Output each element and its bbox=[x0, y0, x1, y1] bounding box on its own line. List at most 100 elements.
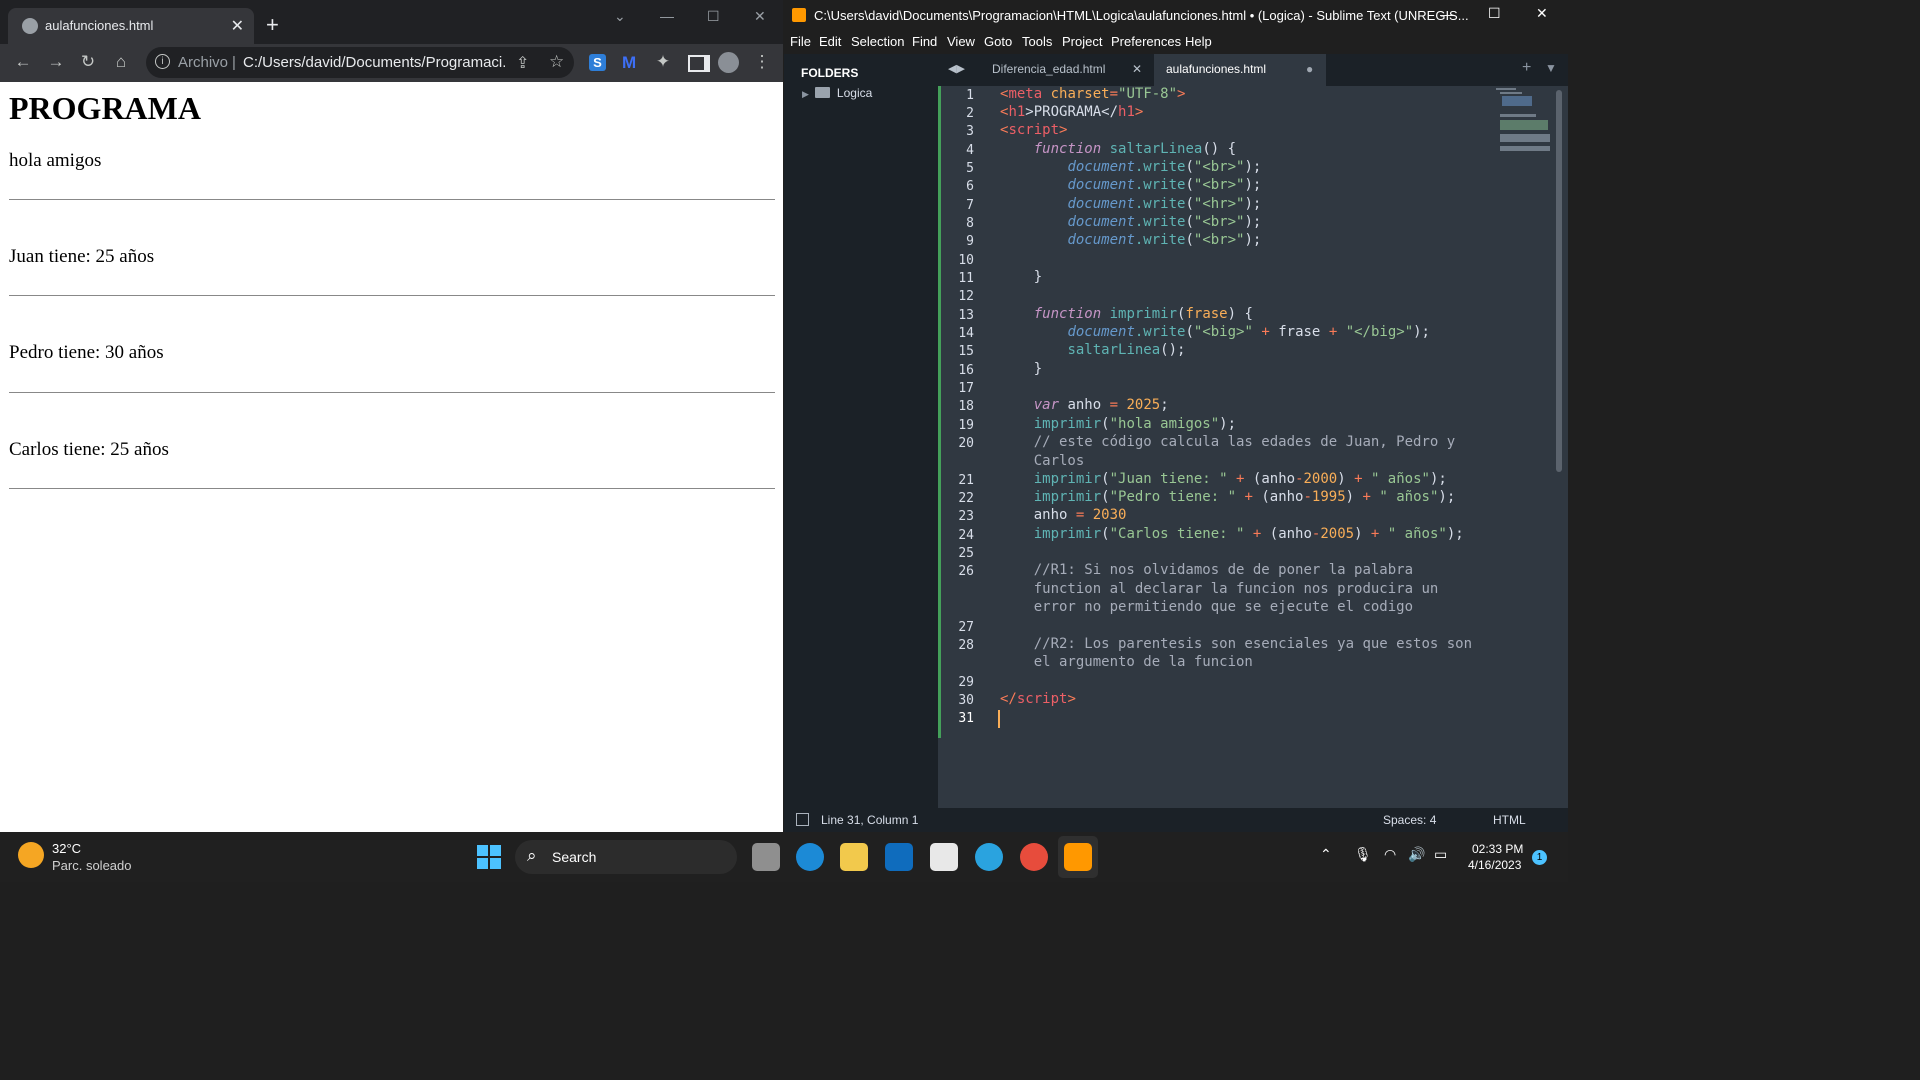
new-tab-button[interactable]: + bbox=[266, 12, 279, 38]
chrome-window: aulafunciones.html ✕ + ⌄ — ☐ ✕ ← → ↻ ⌂ i… bbox=[0, 0, 783, 832]
outlook-icon[interactable] bbox=[885, 843, 913, 871]
tab-menu-icon[interactable]: ▼ bbox=[1545, 61, 1557, 75]
search-box[interactable]: ⌕ Search bbox=[515, 840, 737, 874]
scheme-label: Archivo bbox=[178, 54, 229, 71]
cursor-position: Line 31, Column 1 bbox=[821, 813, 919, 827]
sublime-logo-icon bbox=[792, 8, 806, 22]
back-icon[interactable]: ← bbox=[12, 52, 34, 72]
menu-find[interactable]: Find bbox=[912, 34, 937, 49]
divider bbox=[9, 295, 775, 296]
status-bar: Line 31, Column 1 Spaces: 4 HTML bbox=[784, 808, 1568, 832]
volume-icon[interactable]: 🔊 bbox=[1408, 846, 1425, 863]
code-line: document.write("<br>"); bbox=[1067, 232, 1262, 248]
syntax-setting[interactable]: HTML bbox=[1493, 813, 1526, 827]
scrollbar[interactable] bbox=[1556, 90, 1562, 472]
code-comment: function al declarar la funcion nos prod… bbox=[1033, 581, 1439, 597]
windows-start-icon[interactable] bbox=[477, 845, 501, 869]
forward-icon[interactable]: → bbox=[45, 52, 67, 72]
edge-icon[interactable] bbox=[796, 843, 824, 871]
weather-temp[interactable]: 32°C bbox=[52, 841, 81, 856]
menu-tools[interactable]: Tools bbox=[1022, 34, 1052, 49]
clock-date[interactable]: 4/16/2023 bbox=[1468, 858, 1521, 872]
puzzle-icon[interactable]: ✦ bbox=[652, 52, 674, 72]
code-line: var anho = 2025; bbox=[1033, 397, 1169, 413]
menu-preferences[interactable]: Preferences bbox=[1111, 34, 1181, 49]
menu-help[interactable]: Help bbox=[1185, 34, 1212, 49]
store-icon[interactable] bbox=[930, 843, 958, 871]
menu-view[interactable]: View bbox=[947, 34, 975, 49]
output-line: Carlos tiene: 25 años bbox=[9, 439, 169, 460]
side-panel-icon[interactable] bbox=[688, 55, 710, 72]
malwarebytes-icon[interactable]: M bbox=[622, 53, 636, 73]
code-line: <h1>PROGRAMA</h1> bbox=[1000, 104, 1144, 120]
microphone-icon[interactable]: 🎙 bbox=[1354, 846, 1372, 863]
code-line: imprimir("hola amigos"); bbox=[1033, 416, 1237, 432]
panel-toggle-icon[interactable] bbox=[796, 813, 809, 826]
divider bbox=[9, 488, 775, 489]
code-line: </script> bbox=[1000, 691, 1076, 707]
chrome-toolbar: ← → ↻ ⌂ i Archivo | C:/Users/david/Docum… bbox=[0, 44, 783, 82]
avatar[interactable] bbox=[718, 52, 739, 73]
code-comment: //R2: Los parentesis son esenciales ya q… bbox=[1033, 636, 1473, 652]
star-icon[interactable]: ☆ bbox=[549, 52, 564, 72]
menu-project[interactable]: Project bbox=[1062, 34, 1102, 49]
extension-s-icon[interactable]: S bbox=[589, 54, 606, 71]
maximize-icon[interactable]: ☐ bbox=[1488, 5, 1501, 22]
maximize-icon[interactable]: ☐ bbox=[707, 8, 720, 25]
battery-icon[interactable]: ▭ bbox=[1434, 846, 1447, 863]
menu-goto[interactable]: Goto bbox=[984, 34, 1012, 49]
menu-selection[interactable]: Selection bbox=[851, 34, 904, 49]
code-comment: // este código calcula las edades de Jua… bbox=[1033, 434, 1456, 450]
notification-badge[interactable]: 1 bbox=[1532, 850, 1547, 865]
wifi-icon[interactable]: ◠ bbox=[1384, 846, 1396, 863]
tab-aulafunciones[interactable]: aulafunciones.html ● bbox=[1154, 54, 1326, 86]
close-window-icon[interactable]: ✕ bbox=[754, 8, 766, 25]
globe-icon bbox=[22, 18, 38, 34]
close-tab-icon[interactable]: ✕ bbox=[231, 16, 244, 36]
clock-time[interactable]: 02:33 PM bbox=[1472, 842, 1523, 856]
home-icon[interactable]: ⌂ bbox=[110, 52, 132, 72]
output-line: Pedro tiene: 30 años bbox=[9, 342, 164, 363]
chevron-up-icon[interactable]: ⌃ bbox=[1320, 846, 1332, 863]
code-line: document.write("<br>"); bbox=[1067, 159, 1262, 175]
close-window-icon[interactable]: ✕ bbox=[1536, 5, 1548, 22]
minimize-icon[interactable]: — bbox=[1440, 6, 1454, 22]
folder-item[interactable]: ▶ Logica bbox=[802, 86, 872, 100]
file-explorer-icon[interactable] bbox=[840, 843, 868, 871]
chrome-icon[interactable] bbox=[1020, 843, 1048, 871]
divider bbox=[9, 392, 775, 393]
folders-header: FOLDERS bbox=[801, 66, 859, 80]
expand-icon[interactable]: ▶ bbox=[802, 89, 809, 99]
indentation-setting[interactable]: Spaces: 4 bbox=[1383, 813, 1436, 827]
code-line: document.write("<hr>"); bbox=[1067, 196, 1262, 212]
menu-file[interactable]: File bbox=[790, 34, 811, 49]
chrome-tab[interactable]: aulafunciones.html ✕ bbox=[8, 8, 254, 44]
telegram-icon[interactable] bbox=[975, 843, 1003, 871]
weather-desc[interactable]: Parc. soleado bbox=[52, 858, 132, 873]
new-tab-icon[interactable]: + bbox=[1522, 59, 1531, 77]
code-editor[interactable]: <meta charset="UTF-8"> <h1>PROGRAMA</h1>… bbox=[998, 86, 1500, 808]
chevron-down-icon[interactable]: ⌄ bbox=[614, 8, 626, 25]
weather-icon[interactable] bbox=[18, 842, 44, 868]
tab-diferencia-edad[interactable]: Diferencia_edad.html ✕ bbox=[978, 54, 1154, 86]
menu-icon[interactable]: ⋮ bbox=[751, 52, 773, 72]
minimap[interactable] bbox=[1496, 86, 1556, 156]
code-line: imprimir("Carlos tiene: " + (anho-2005) … bbox=[1033, 526, 1464, 542]
code-line: document.write("<big>" + frase + "</big>… bbox=[1067, 324, 1430, 340]
info-icon[interactable]: i bbox=[155, 54, 170, 69]
window-title: C:\Users\david\Documents\Programacion\HT… bbox=[814, 8, 1469, 23]
reload-icon[interactable]: ↻ bbox=[77, 52, 99, 72]
url-text[interactable]: C:/Users/david/Documents/Programaci... bbox=[243, 54, 505, 71]
search-label: Search bbox=[552, 849, 597, 865]
sublime-taskbar-button[interactable] bbox=[1058, 836, 1098, 878]
code-line: function imprimir(frase) { bbox=[1033, 306, 1253, 322]
menu-edit[interactable]: Edit bbox=[819, 34, 841, 49]
share-icon[interactable]: ⇪ bbox=[516, 53, 529, 73]
unsaved-dot-icon[interactable]: ● bbox=[1306, 62, 1313, 76]
close-tab-icon[interactable]: ✕ bbox=[1132, 62, 1142, 76]
tab-nav-icon[interactable]: ◀▶ bbox=[948, 62, 965, 75]
sidebar: FOLDERS ▶ Logica bbox=[784, 54, 938, 808]
minimize-icon[interactable]: — bbox=[660, 8, 674, 24]
address-bar[interactable]: i Archivo | C:/Users/david/Documents/Pro… bbox=[146, 47, 574, 78]
task-view-icon[interactable] bbox=[752, 843, 780, 871]
